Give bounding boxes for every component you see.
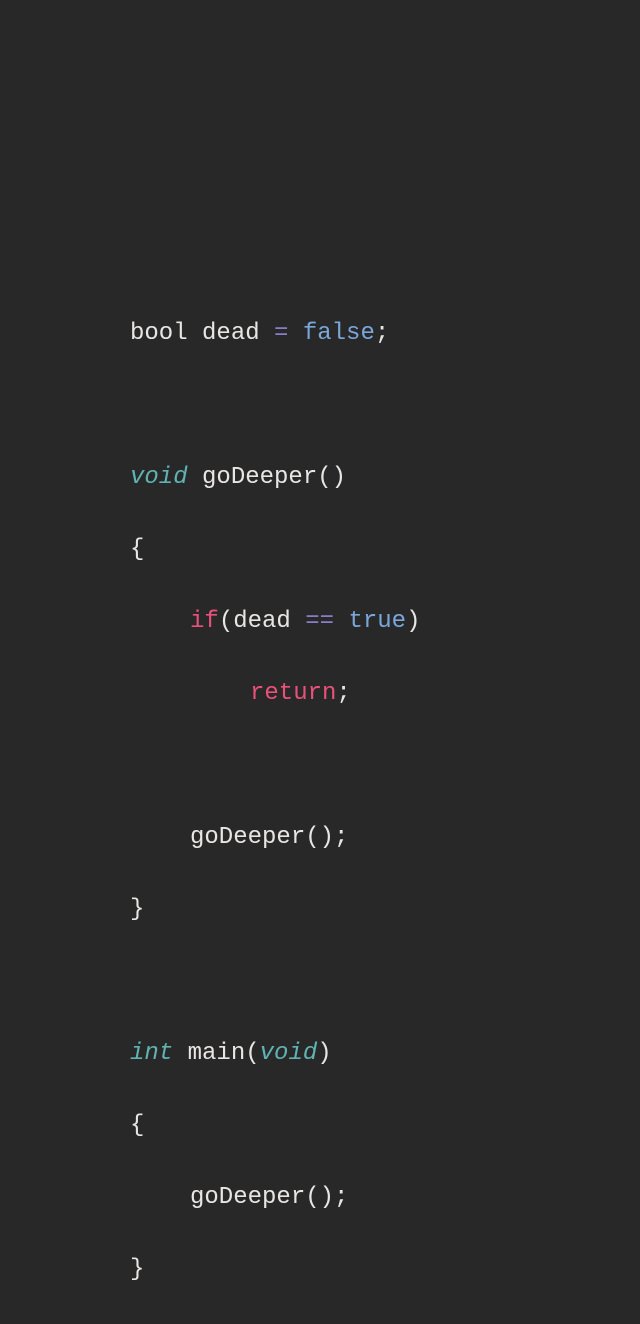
code-line-14: } [130, 1252, 640, 1288]
code-line-13: goDeeper(); [130, 1180, 640, 1216]
code-line-5: if(dead == true) [130, 604, 640, 640]
token-type: int [130, 1040, 173, 1067]
token-call: goDeeper(); [190, 1184, 348, 1211]
token-keyword: return [250, 680, 336, 707]
code-line-4: { [130, 532, 640, 568]
token-identifier: goDeeper [188, 464, 318, 491]
token-punct: ( [219, 608, 233, 635]
token-type: void [130, 464, 188, 491]
token-brace: { [130, 1112, 144, 1139]
token-operator: == [305, 608, 334, 635]
token-type: void [260, 1040, 318, 1067]
token-call: goDeeper(); [190, 824, 348, 851]
code-line-11: int main(void) [130, 1036, 640, 1072]
code-editor: bool dead = false; void goDeeper() { if(… [0, 0, 640, 1324]
code-line-3: void goDeeper() [130, 460, 640, 496]
blank-line [130, 748, 640, 784]
code-line-12: { [130, 1108, 640, 1144]
token-punct: ) [317, 1040, 331, 1067]
token-boolean: false [288, 320, 374, 347]
code-line-1: bool dead = false; [130, 316, 640, 352]
token-operator: = [274, 320, 288, 347]
token-brace: } [130, 896, 144, 923]
token-punct: ; [336, 680, 350, 707]
token-boolean: true [334, 608, 406, 635]
token-identifier: dead [188, 320, 274, 347]
token-type: bool [130, 320, 188, 347]
blank-line [130, 964, 640, 1000]
token-keyword: if [190, 608, 219, 635]
token-identifier: main( [173, 1040, 259, 1067]
code-line-6: return; [130, 676, 640, 712]
code-line-8: goDeeper(); [130, 820, 640, 856]
token-punct: () [317, 464, 346, 491]
token-brace: { [130, 536, 144, 563]
code-line-9: } [130, 892, 640, 928]
blank-line [130, 388, 640, 424]
token-punct: ) [406, 608, 420, 635]
token-identifier: dead [233, 608, 305, 635]
token-punct: ; [375, 320, 389, 347]
token-brace: } [130, 1256, 144, 1283]
